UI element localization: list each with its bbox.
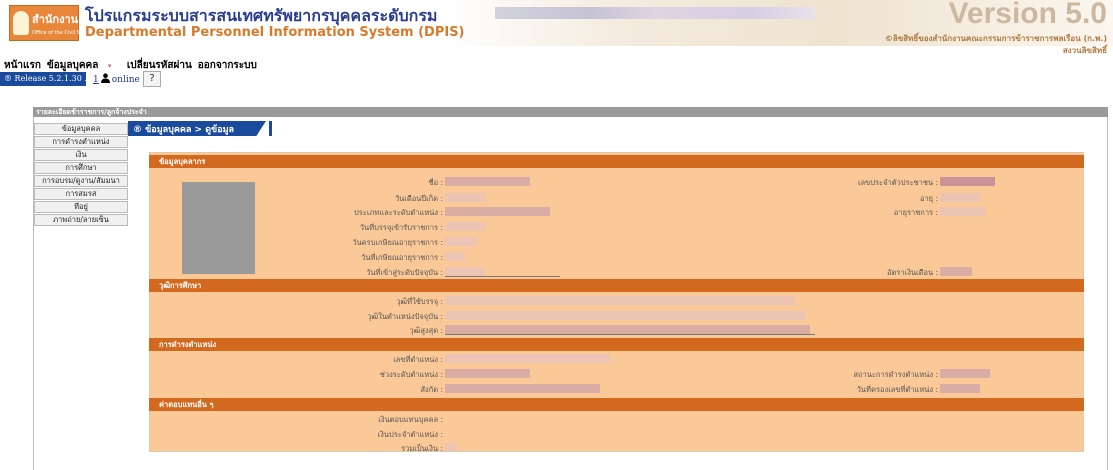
value-name bbox=[445, 177, 530, 186]
value-underline bbox=[445, 334, 815, 335]
online-label: online bbox=[111, 75, 140, 85]
value-hold-date bbox=[940, 384, 980, 393]
menu-personnel[interactable]: ข้อมูลบุคคล ▾ bbox=[47, 60, 117, 71]
section-compensation-header: ค่าตอบแทนอื่น ๆ bbox=[149, 398, 1084, 411]
chevron-down-icon: ▾ bbox=[107, 62, 112, 70]
value-highest-degree bbox=[445, 325, 810, 334]
label-position-type: ประเภทและระดับตำแหน่ง : bbox=[354, 208, 443, 217]
section-education-header: วุฒิการศึกษา bbox=[149, 279, 1084, 292]
menu-logout[interactable]: ออกจากระบบ bbox=[198, 60, 257, 71]
label-position-no: เลขที่ตำแหน่ง : bbox=[393, 355, 443, 364]
value-current-degree bbox=[445, 311, 805, 320]
label-retire-age-date: วันครบเกษียณอายุราชการ : bbox=[352, 238, 443, 247]
value-position-no bbox=[445, 354, 610, 363]
profile-photo bbox=[182, 182, 255, 274]
label-appointed-date: วันที่บรรจุเข้ารับราชการ : bbox=[359, 223, 443, 232]
menu-home[interactable]: หน้าแรก bbox=[4, 60, 41, 71]
section-personal-header: ข้อมูลบุคลากร bbox=[149, 155, 1084, 168]
label-level-range: ช่วงระดับตำแหน่ง : bbox=[379, 370, 443, 379]
frame-header: รายละเอียดข้าราชการ/ลูกจ้างประจำ bbox=[33, 107, 1108, 117]
value-appointed-date bbox=[445, 222, 485, 231]
value-affiliation bbox=[445, 384, 600, 393]
label-total: รวมเป็นเงิน : bbox=[401, 444, 443, 453]
value-birthdate bbox=[445, 193, 485, 202]
sidebar-item-photo-signature[interactable]: ภาพถ่าย/ลายเซ็น bbox=[34, 214, 128, 226]
value-position-type bbox=[445, 207, 550, 216]
online-indicator[interactable]: 1 online bbox=[93, 73, 140, 85]
label-current-level-date: วันที่เข้าสู่ระดับปัจจุบัน : bbox=[366, 268, 443, 277]
label-position-allowance: เงินประจำตำแหน่ง : bbox=[377, 430, 443, 439]
sidebar-item-address[interactable]: ที่อยู่ bbox=[34, 201, 128, 213]
user-icon bbox=[100, 73, 110, 83]
copyright-reserved-text: สงวนลิขสิทธิ์ bbox=[1062, 46, 1107, 55]
version-label: Version 5.0 bbox=[948, 0, 1107, 30]
banner-title-english: Departmental Personnel Information Syste… bbox=[85, 25, 465, 40]
sidebar-item-marriage[interactable]: การสมรส bbox=[34, 188, 128, 200]
value-current-level-date bbox=[445, 267, 485, 276]
label-current-degree: วุฒิในตำแหน่งปัจจุบัน : bbox=[367, 312, 443, 321]
value-citizen-id bbox=[940, 177, 995, 186]
value-position-status bbox=[940, 369, 990, 378]
label-personal-comp: เงินตอบแทนบุคคล : bbox=[378, 415, 443, 424]
label-affiliation: สังกัด : bbox=[420, 385, 443, 394]
value-retire-date bbox=[445, 252, 465, 261]
breadcrumb: ® ข้อมูลบุคคล > ดูข้อมูล bbox=[128, 121, 266, 136]
value-total bbox=[445, 443, 457, 452]
label-birthdate: วันเดือนปีเกิด : bbox=[394, 194, 443, 203]
help-button[interactable]: ? bbox=[143, 71, 161, 87]
sidebar-item-training[interactable]: การอบรม/ดูงาน/สัมมนา bbox=[34, 175, 128, 187]
label-position-status: สถานะการดำรงตำแหน่ง : bbox=[853, 370, 938, 379]
label-entry-degree: วุฒิที่ใช้บรรจุ : bbox=[396, 297, 443, 306]
sidebar-item-personal[interactable]: ข้อมูลบุคคล bbox=[34, 123, 128, 135]
seal-icon bbox=[13, 11, 29, 35]
menu-change-password[interactable]: เปลี่ยนรหัสผ่าน bbox=[127, 60, 192, 71]
label-age: อายุ : bbox=[919, 194, 938, 203]
sidebar-item-salary[interactable]: เงิน bbox=[34, 149, 128, 161]
ocsc-logo[interactable]: สำนักงาน ก.พ. Office of the Civil Servic… bbox=[9, 5, 127, 41]
value-retire-age-date bbox=[445, 237, 477, 246]
release-badge: ® Release 5.2.1.30 .... bbox=[0, 72, 95, 86]
label-highest-degree: วุฒิสูงสุด : bbox=[409, 326, 443, 335]
value-service-years bbox=[940, 207, 985, 216]
sidebar-item-positions[interactable]: การดำรงตำแหน่ง bbox=[34, 136, 128, 148]
menu-personnel-label: ข้อมูลบุคคล bbox=[46, 60, 99, 71]
label-salary: อัตราเงินเดือน : bbox=[887, 268, 938, 277]
value-entry-degree bbox=[445, 296, 795, 305]
label-name: ชื่อ : bbox=[428, 178, 443, 187]
label-retire-date: วันที่เกษียณอายุราชการ : bbox=[361, 253, 443, 262]
label-citizen-id: เลขประจำตัวประชาชน : bbox=[857, 178, 938, 187]
value-salary bbox=[940, 267, 972, 276]
header-banner: สำนักงาน ก.พ. Office of the Civil Servic… bbox=[0, 0, 1113, 55]
value-age bbox=[940, 193, 980, 202]
label-hold-date: วันที่ครองเลขที่ตำแหน่ง : bbox=[856, 385, 938, 394]
value-underline bbox=[445, 276, 560, 277]
value-level-range bbox=[445, 369, 530, 378]
sidebar-item-education[interactable]: การศึกษา bbox=[34, 162, 128, 174]
breadcrumb-divider bbox=[269, 121, 272, 136]
banner-decoration bbox=[495, 7, 815, 19]
label-service-years: อายุราชการ : bbox=[893, 208, 938, 217]
online-count: 1 bbox=[93, 75, 99, 85]
top-menu: หน้าแรก ข้อมูลบุคคล ▾ เปลี่ยนรหัสผ่าน ออกจ… bbox=[4, 58, 263, 73]
section-position-header: การดำรงตำแหน่ง bbox=[149, 338, 1084, 351]
